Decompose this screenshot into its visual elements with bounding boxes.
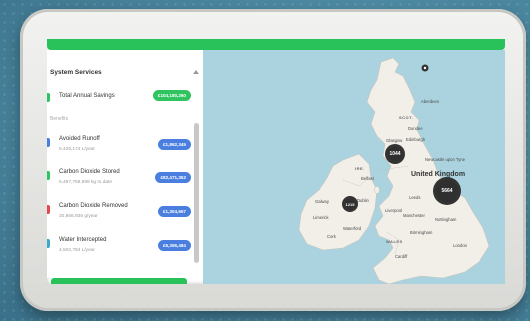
place-newcastle: Newcastle upon Tyne: [425, 157, 465, 162]
cluster-marker-medium[interactable]: 1044: [385, 144, 405, 164]
benefit-value: £82,471,352: [155, 172, 191, 183]
benefit-label: Avoided Runoff: [59, 136, 100, 142]
benefit-value: £1,304,657: [158, 206, 191, 217]
place-dundee: Dundee: [408, 126, 423, 131]
row-indicator: [47, 205, 50, 214]
place-manchester: Manchester: [403, 213, 425, 218]
place-aberdeen: Aberdeen: [421, 99, 440, 104]
row-indicator: [47, 239, 50, 248]
place-cork: Cork: [327, 234, 336, 239]
benefits-heading: Benefits: [50, 116, 69, 122]
benefit-label: Carbon Dioxide Removed: [59, 203, 128, 209]
place-ire: IRE.: [355, 166, 365, 171]
place-belfast: Belfast: [361, 176, 374, 181]
savings-panel[interactable]: System Services Total Annual Savings £10…: [47, 50, 203, 278]
benefit-sub: 20,866,935 g/year: [59, 214, 98, 219]
row-indicator: [47, 171, 50, 180]
section-title: System Services: [50, 69, 102, 76]
benefit-sub: 5,467,759,899 kg to date: [59, 180, 113, 185]
row-indicator: [47, 93, 50, 102]
cluster-marker-large[interactable]: 5664: [433, 177, 461, 205]
benefit-value: £1,862,345: [158, 139, 191, 150]
benefit-value: £5,355,484: [158, 240, 191, 251]
place-cardiff: Cardiff: [395, 254, 408, 259]
country-label: United Kingdom: [411, 171, 466, 178]
place-nottingham: Nottingham: [435, 217, 457, 222]
top-accent-bar: [47, 39, 505, 50]
place-galway: Galway: [315, 199, 329, 204]
place-edinburgh: Edinburgh: [406, 137, 426, 142]
place-waterford: Waterford: [343, 226, 362, 231]
row-indicator: [47, 138, 50, 147]
place-leeds: Leeds: [409, 195, 421, 200]
cluster-marker-small[interactable]: 1215: [342, 196, 358, 212]
benefit-label: Water Intercepted: [59, 237, 107, 243]
place-scotland: SCOT.: [399, 115, 414, 120]
app-screen: System Services Total Annual Savings £10…: [47, 39, 505, 284]
place-wales: WALES: [386, 239, 403, 244]
isle-of-man: [374, 186, 380, 194]
place-london: London: [453, 243, 467, 248]
bottom-accent-bar: [51, 278, 187, 284]
place-birmingham: Birmingham: [410, 230, 433, 235]
benefit-sub: 5,426,174 L/year: [59, 147, 96, 152]
benefit-label: Carbon Dioxide Stored: [59, 169, 120, 175]
total-savings-label: Total Annual Savings: [59, 93, 115, 99]
benefit-sub: 4,502,794 L/year: [59, 248, 96, 253]
map-land-shapes: [298, 57, 490, 284]
place-dublin: Dublin: [357, 198, 369, 203]
place-limerick: Limerick: [313, 215, 329, 220]
place-liverpool: Liverpool: [385, 208, 402, 213]
place-glasgow: Glasgow: [386, 138, 403, 143]
uk-map[interactable]: 5664 1044 1215 SCOT. Aberdeen Dundee Gla…: [203, 50, 505, 284]
panel-scrollbar[interactable]: [194, 123, 199, 263]
total-savings-value: £104,180,260: [152, 90, 191, 101]
scroll-up-arrow-icon[interactable]: [193, 70, 199, 74]
